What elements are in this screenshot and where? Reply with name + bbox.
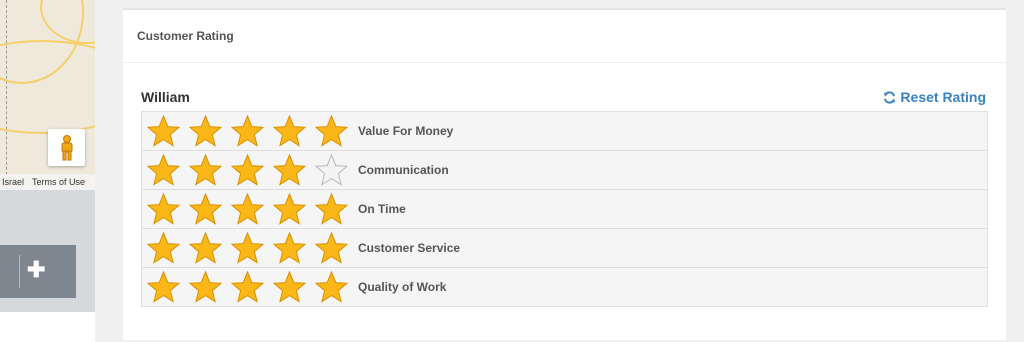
star-empty-icon[interactable]	[314, 153, 349, 188]
panel-title: Customer Rating	[137, 29, 234, 43]
star-filled-icon[interactable]	[188, 192, 223, 227]
star-filled-icon[interactable]	[146, 192, 181, 227]
star-filled-icon[interactable]	[188, 270, 223, 305]
star-filled-icon[interactable]	[272, 114, 307, 149]
map-region-label: Israel	[2, 177, 25, 187]
star-filled-icon[interactable]	[146, 114, 181, 149]
star-filled-icon[interactable]	[272, 231, 307, 266]
reset-rating-button[interactable]: Reset Rating	[883, 89, 986, 105]
customer-rating-panel: Customer Rating William Reset Rating Val…	[123, 8, 1006, 340]
star-filled-icon[interactable]	[272, 192, 307, 227]
panel-header: Customer Rating	[123, 10, 1006, 63]
terms-of-use-link[interactable]: Terms of Use	[32, 177, 85, 187]
star-rating[interactable]	[146, 192, 358, 227]
star-filled-icon[interactable]	[188, 231, 223, 266]
star-filled-icon[interactable]	[230, 231, 265, 266]
star-filled-icon[interactable]	[230, 114, 265, 149]
plus-icon: ✚	[27, 257, 46, 282]
rating-criterion-label: Customer Service	[358, 241, 461, 255]
star-filled-icon[interactable]	[314, 192, 349, 227]
rating-table: Value For Money Communication On Time Custo…	[141, 111, 988, 307]
map-road	[0, 40, 95, 134]
sidebar-footer	[0, 312, 95, 342]
reset-rating-label: Reset Rating	[900, 89, 986, 105]
map-footer: Israel Terms of Use	[0, 174, 95, 190]
star-rating[interactable]	[146, 270, 358, 305]
star-filled-icon[interactable]	[230, 153, 265, 188]
star-filled-icon[interactable]	[188, 114, 223, 149]
star-filled-icon[interactable]	[146, 153, 181, 188]
user-name: William	[141, 89, 190, 105]
rating-criterion-label: Value For Money	[358, 124, 454, 138]
star-filled-icon[interactable]	[230, 270, 265, 305]
pegman-icon[interactable]	[48, 129, 85, 166]
refresh-icon	[884, 90, 896, 104]
rating-row: Value For Money	[142, 112, 987, 150]
rating-criterion-label: On Time	[358, 202, 406, 216]
rating-row: Customer Service	[142, 228, 987, 267]
rating-row: Quality of Work	[142, 267, 987, 306]
rating-criterion-label: Quality of Work	[358, 280, 447, 294]
star-filled-icon[interactable]	[146, 231, 181, 266]
rating-row: Communication	[142, 150, 987, 189]
star-filled-icon[interactable]	[314, 231, 349, 266]
button-divider	[19, 255, 20, 288]
star-rating[interactable]	[146, 231, 358, 266]
star-filled-icon[interactable]	[272, 153, 307, 188]
star-filled-icon[interactable]	[314, 114, 349, 149]
map-view[interactable]: Israel Terms of Use	[0, 0, 95, 190]
star-filled-icon[interactable]	[188, 153, 223, 188]
star-filled-icon[interactable]	[146, 270, 181, 305]
add-button[interactable]: ✚	[0, 245, 76, 298]
star-filled-icon[interactable]	[314, 270, 349, 305]
star-filled-icon[interactable]	[230, 192, 265, 227]
rating-row: On Time	[142, 189, 987, 228]
star-rating[interactable]	[146, 114, 358, 149]
star-rating[interactable]	[146, 153, 358, 188]
rating-criterion-label: Communication	[358, 163, 449, 177]
star-filled-icon[interactable]	[272, 270, 307, 305]
